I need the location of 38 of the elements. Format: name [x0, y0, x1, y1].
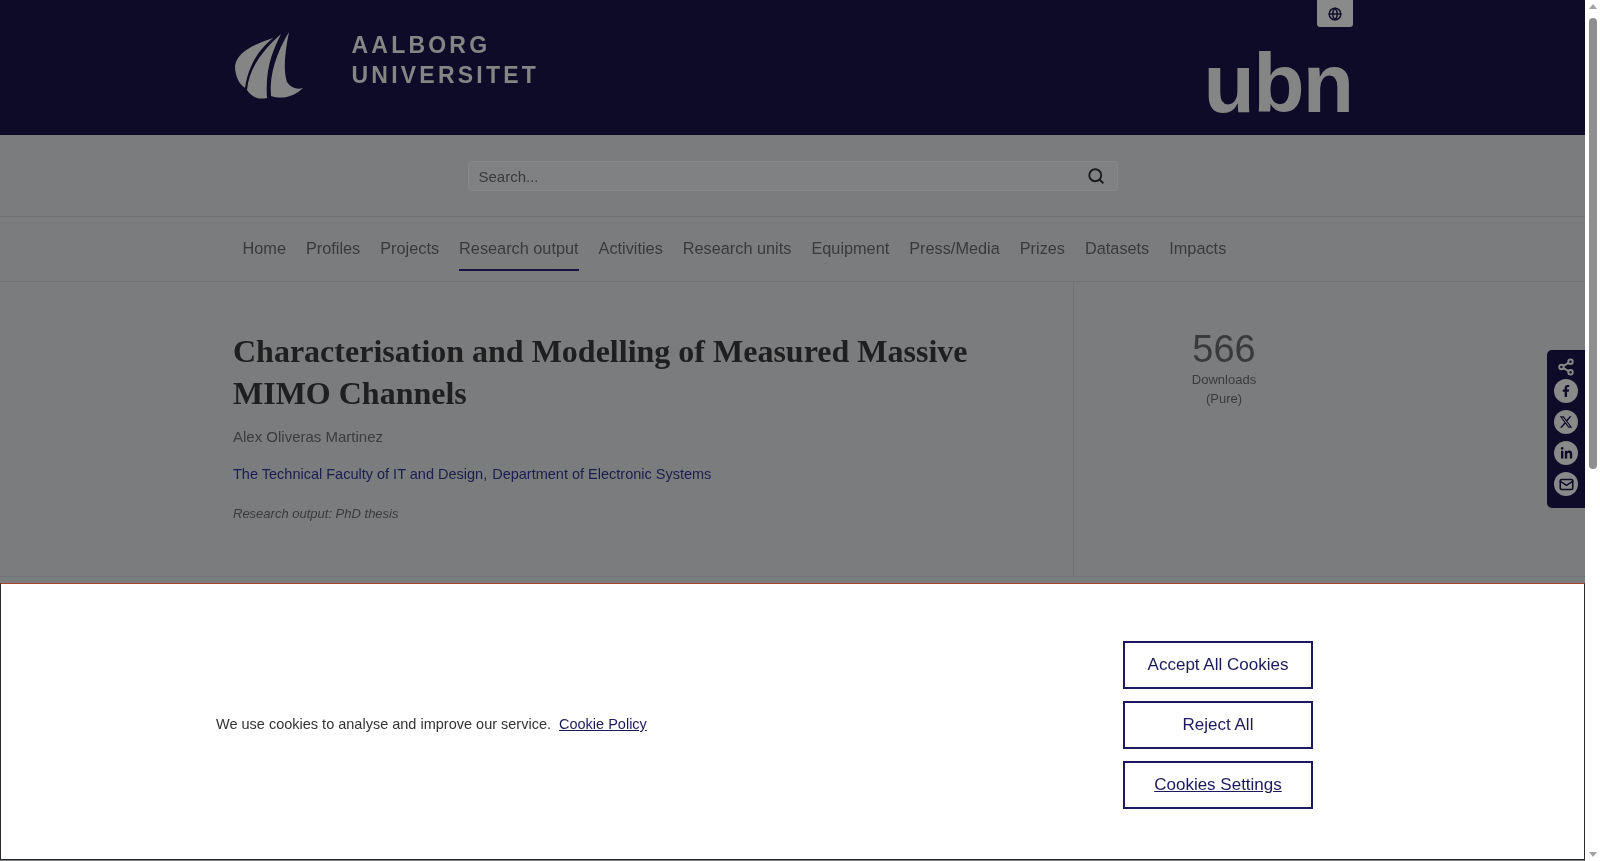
nav-tab[interactable]: Profiles [305, 217, 361, 271]
cookie-button[interactable]: Accept All Cookies [1123, 641, 1313, 689]
cookie-policy-link[interactable]: Cookie Policy [559, 714, 647, 736]
nav-tab[interactable]: Press/Media [909, 217, 1000, 271]
linkedin-icon[interactable] [1554, 441, 1578, 465]
download-count: 566 [1192, 328, 1256, 370]
cookie-button[interactable]: Reject All [1123, 701, 1313, 749]
separator-text: , [483, 465, 488, 484]
share-icon[interactable] [1557, 358, 1575, 376]
nav-tab[interactable]: Home [242, 217, 286, 271]
nav-tab[interactable]: Projects [380, 217, 440, 271]
x-logo-icon[interactable] [1554, 410, 1578, 434]
organisation-link[interactable]: The Technical Faculty of IT and Design [233, 463, 484, 485]
nav-tab[interactable]: Datasets [1085, 217, 1150, 271]
download-label: Downloads (Pure) [1190, 371, 1258, 408]
cookie-button[interactable]: Cookies Settings [1123, 761, 1313, 809]
wordmark-text: UNIVERSITET [351, 61, 539, 90]
scrollbar-thumb[interactable] [1588, 18, 1597, 469]
author-name: Alex Oliveras Martinez [233, 427, 384, 447]
nav-tab[interactable]: Research units [682, 217, 792, 271]
nav-tab[interactable]: Impacts [1169, 217, 1227, 271]
search-field[interactable]: Search... [467, 161, 1118, 191]
language-button[interactable] [1316, 0, 1353, 27]
nav-tab[interactable]: Research output [459, 217, 579, 271]
partner-logo-text: ubn [1203, 41, 1353, 125]
publication-title: Characterisation and Modelling of Measured Massive MIMO Channels [233, 332, 969, 413]
nav-tab[interactable]: Equipment [811, 217, 890, 271]
publication-type: Research output: PhD thesis [233, 505, 399, 523]
cookie-message: We use cookies to analyse and improve our service. [216, 715, 551, 735]
wordmark-text: AALBORG [351, 31, 492, 60]
organisation-link[interactable]: Department of Electronic Systems [492, 463, 712, 485]
nav-tab[interactable]: Activities [598, 217, 663, 271]
facebook-icon[interactable] [1554, 379, 1578, 403]
search-icon[interactable] [1086, 167, 1105, 185]
scrollbar[interactable] [1585, 0, 1600, 861]
nav-tab[interactable]: Prizes [1019, 217, 1065, 271]
email-icon[interactable] [1554, 472, 1578, 496]
globe-icon [1327, 6, 1342, 21]
